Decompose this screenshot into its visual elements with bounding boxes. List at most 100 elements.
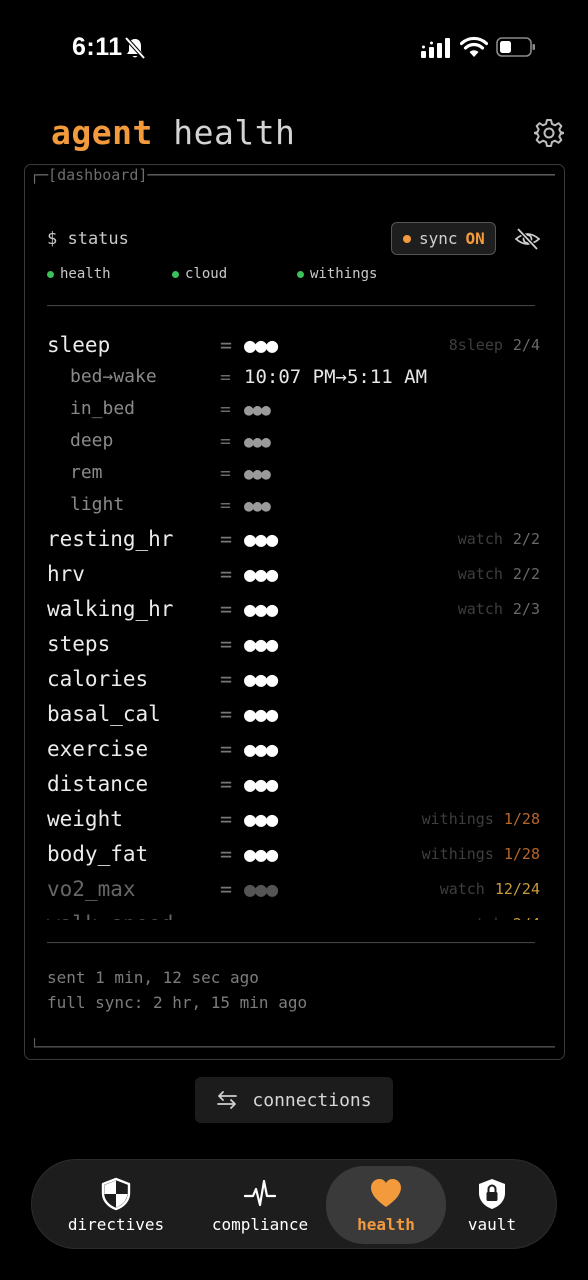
metric-name: vo2_max bbox=[47, 877, 136, 901]
source-name: watch bbox=[439, 880, 485, 898]
sync-state: ON bbox=[465, 229, 485, 248]
source-count: 2/4 bbox=[513, 915, 540, 920]
metric-value: ●●● bbox=[244, 597, 278, 621]
status-prompt: $ status bbox=[47, 229, 129, 249]
source-count: 2/2 bbox=[512, 565, 540, 583]
metric-name: walking_hr bbox=[47, 597, 174, 621]
metric-name: sleep bbox=[47, 333, 111, 357]
source-name: withings bbox=[421, 810, 494, 828]
source-name: watch bbox=[457, 530, 503, 548]
metric-source: watch 2/4 bbox=[458, 915, 540, 920]
metric-name: hrv bbox=[47, 562, 85, 586]
equals-sign: = bbox=[220, 702, 233, 726]
status-dot-green bbox=[47, 270, 54, 278]
tab-compliance[interactable]: compliance bbox=[198, 1160, 322, 1250]
tab-label: compliance bbox=[211, 1214, 309, 1234]
swap-arrows-icon bbox=[217, 1091, 238, 1109]
metric-name: rem bbox=[70, 462, 103, 483]
metric-name: weight bbox=[47, 807, 123, 831]
bell-muted-icon bbox=[124, 36, 146, 60]
metric-value: ●●● bbox=[244, 772, 278, 796]
status-dot-green bbox=[172, 270, 179, 278]
source-count: 12/24 bbox=[494, 880, 540, 898]
source-name: withings bbox=[421, 845, 494, 863]
app-title-rest: health bbox=[173, 113, 296, 152]
source-count: 1/28 bbox=[503, 845, 540, 863]
metric-value: ●●● bbox=[244, 667, 278, 691]
status-dot-green bbox=[297, 270, 304, 278]
tab-directives[interactable]: directives bbox=[54, 1160, 178, 1250]
equals-sign: = bbox=[220, 667, 233, 691]
metric-value: ●●● bbox=[244, 464, 271, 483]
battery-icon bbox=[496, 37, 535, 57]
wifi-icon bbox=[460, 36, 488, 57]
source-count: 2/2 bbox=[512, 530, 540, 548]
metric-value: ●●● bbox=[244, 333, 278, 357]
source-count: 2/4 bbox=[512, 336, 540, 354]
metric-name: distance bbox=[47, 772, 149, 796]
tab-label: directives bbox=[67, 1214, 165, 1234]
sync-toggle-button[interactable]: sync ON bbox=[391, 222, 496, 255]
metric-value: ●●● bbox=[244, 702, 278, 726]
metric-value: ●●● bbox=[244, 632, 278, 656]
tab-label: health bbox=[357, 1214, 415, 1234]
source-name: 8sleep bbox=[448, 336, 503, 354]
connections-label: connections bbox=[252, 1089, 372, 1111]
connections-button[interactable]: connections bbox=[195, 1077, 393, 1123]
cellular-signal-icon bbox=[421, 38, 450, 58]
equals-sign: = bbox=[220, 527, 233, 551]
metric-value: ●●● bbox=[244, 737, 278, 761]
separator-top: ────────────────────────────────────────… bbox=[47, 300, 535, 314]
last-sent-text: sent 1 min, 12 sec ago bbox=[47, 968, 259, 987]
metric-name: calories bbox=[47, 667, 149, 691]
metric-name: body_fat bbox=[47, 842, 149, 866]
metric-value: ●●● bbox=[244, 432, 271, 451]
metric-name: exercise bbox=[47, 737, 149, 761]
shield-icon bbox=[101, 1177, 131, 1210]
equals-sign: = bbox=[220, 842, 233, 866]
metric-value: ●●● bbox=[244, 877, 278, 901]
full-sync-text: full sync: 2 hr, 15 min ago bbox=[47, 993, 308, 1012]
metric-source: 8sleep 2/4 bbox=[449, 336, 540, 354]
equals-sign: = bbox=[220, 367, 231, 388]
app-title: agent health bbox=[51, 113, 295, 152]
metric-value: ●●● bbox=[244, 912, 278, 920]
metric-source: withings 1/28 bbox=[422, 810, 540, 828]
metric-source: watch 2/3 bbox=[458, 600, 540, 618]
metric-value: ●●● bbox=[244, 400, 271, 419]
eye-off-icon[interactable] bbox=[514, 227, 541, 251]
metric-name: bed→wake bbox=[70, 366, 157, 387]
metric-value: ●●● bbox=[244, 527, 278, 551]
source-count: 2/3 bbox=[512, 600, 540, 618]
tab-label: vault bbox=[467, 1214, 517, 1234]
source-name: watch bbox=[457, 565, 503, 583]
source-name: watch bbox=[457, 600, 503, 618]
tab-vault[interactable]: vault bbox=[446, 1160, 538, 1250]
equals-sign: = bbox=[220, 597, 233, 621]
source-health: health bbox=[47, 266, 111, 282]
separator-bottom: ────────────────────────────────────────… bbox=[47, 937, 535, 951]
gear-icon[interactable] bbox=[534, 118, 564, 148]
lock-icon bbox=[479, 1178, 505, 1209]
metric-source: watch 12/24 bbox=[440, 880, 540, 898]
metrics-list[interactable]: sleep = ●●● 8sleep 2/4 bed→wake = 10:07 PM→5:11… bbox=[26, 326, 564, 920]
equals-sign: = bbox=[220, 562, 233, 586]
sync-indicator-dot bbox=[403, 234, 411, 243]
equals-sign: = bbox=[220, 463, 231, 484]
equals-sign: = bbox=[220, 877, 233, 901]
equals-sign: = bbox=[220, 737, 233, 761]
metric-name: steps bbox=[47, 632, 111, 656]
metric-value: 10:07 PM→5:11 AM bbox=[244, 366, 428, 388]
equals-sign: = bbox=[220, 399, 231, 420]
tab-health[interactable]: health bbox=[326, 1166, 446, 1244]
tab-bar: directives compliance health vault bbox=[31, 1159, 557, 1249]
metric-name: basal_cal bbox=[47, 702, 161, 726]
metric-name: deep bbox=[70, 430, 114, 451]
metric-source: watch 2/2 bbox=[458, 565, 540, 583]
equals-sign: = bbox=[220, 807, 233, 831]
equals-sign: = bbox=[220, 495, 231, 516]
equals-sign: = bbox=[220, 431, 231, 452]
metric-value: ●●● bbox=[244, 807, 278, 831]
heart-icon bbox=[371, 1178, 401, 1207]
metric-source: watch 2/2 bbox=[458, 530, 540, 548]
